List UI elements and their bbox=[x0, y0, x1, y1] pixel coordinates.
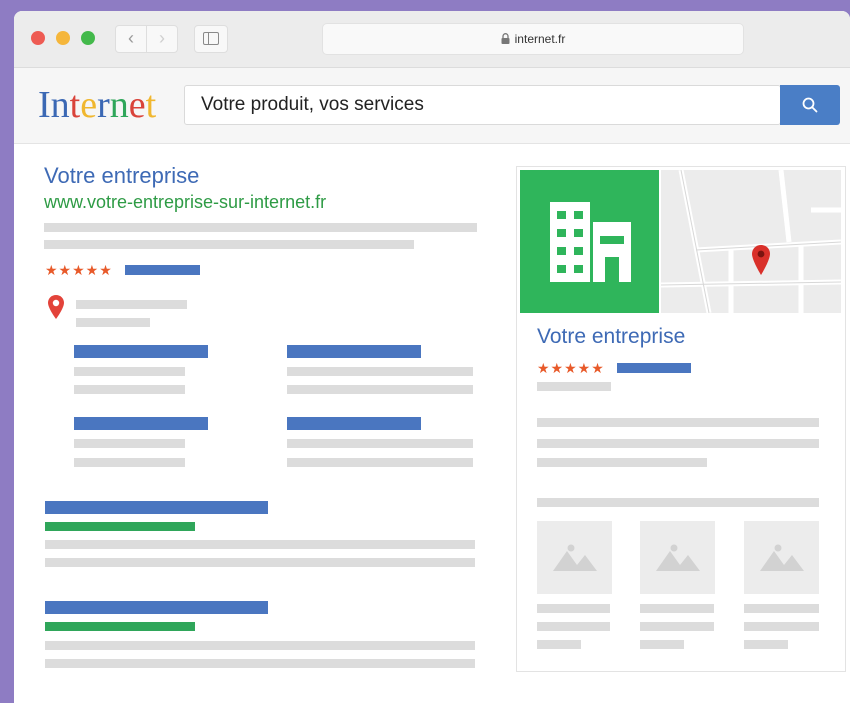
sitelink-desc-placeholder bbox=[74, 367, 185, 376]
address-line-placeholder bbox=[76, 318, 150, 327]
address-text: internet.fr bbox=[514, 32, 566, 46]
result-title-link[interactable]: Votre entreprise bbox=[44, 163, 199, 189]
result-title-placeholder[interactable] bbox=[45, 501, 268, 514]
result-url-placeholder[interactable] bbox=[45, 622, 195, 631]
sitelink-desc-placeholder bbox=[74, 458, 185, 467]
sitelink-desc-placeholder bbox=[287, 385, 473, 394]
sitelink-desc-placeholder bbox=[74, 385, 185, 394]
rating-stars: ★★★★★ bbox=[45, 262, 113, 278]
browser-window: ‹ › internet.fr Internet Votre produit, … bbox=[14, 11, 850, 703]
result-url-link[interactable]: www.votre-entreprise-sur-internet.fr bbox=[44, 192, 326, 213]
image-placeholder-icon bbox=[760, 544, 804, 571]
logo-letter: I bbox=[38, 84, 51, 126]
close-window-button[interactable] bbox=[31, 31, 45, 45]
result-url-placeholder[interactable] bbox=[45, 522, 195, 531]
text-line-placeholder bbox=[537, 418, 819, 427]
caption-placeholder bbox=[640, 640, 684, 649]
photo-thumbnail[interactable] bbox=[640, 521, 715, 594]
caption-placeholder bbox=[640, 604, 714, 613]
caption-placeholder bbox=[744, 640, 788, 649]
chevron-right-icon: › bbox=[159, 28, 165, 48]
caption-placeholder bbox=[537, 604, 610, 613]
caption-placeholder bbox=[744, 622, 819, 631]
logo-letter: e bbox=[128, 84, 146, 126]
maximize-window-button[interactable] bbox=[81, 31, 95, 45]
business-panel: Votre entreprise ★★★★★ bbox=[516, 166, 846, 672]
lock-icon bbox=[501, 33, 510, 44]
logo-letter: t bbox=[145, 84, 157, 126]
map-pin-icon bbox=[752, 245, 770, 275]
sitelink-desc-placeholder bbox=[287, 367, 473, 376]
logo-letter: e bbox=[80, 84, 98, 126]
logo-letter: t bbox=[69, 84, 81, 126]
text-line-placeholder bbox=[537, 382, 611, 391]
text-line-placeholder bbox=[44, 240, 414, 249]
map-pin-icon bbox=[48, 295, 64, 319]
text-line-placeholder bbox=[45, 558, 475, 567]
sitelink-desc-placeholder bbox=[74, 439, 185, 448]
search-input-value: Votre produit, vos services bbox=[201, 94, 424, 115]
chevron-left-icon: ‹ bbox=[128, 28, 134, 48]
forward-button[interactable]: › bbox=[146, 25, 178, 53]
caption-placeholder bbox=[537, 622, 610, 631]
sitelink-title[interactable] bbox=[287, 345, 421, 358]
section-line-placeholder bbox=[537, 498, 819, 507]
search-button[interactable] bbox=[780, 85, 840, 125]
text-line-placeholder bbox=[45, 641, 475, 650]
address-bar[interactable]: internet.fr bbox=[322, 23, 744, 55]
caption-placeholder bbox=[744, 604, 819, 613]
image-placeholder-icon bbox=[553, 544, 597, 571]
minimize-window-button[interactable] bbox=[56, 31, 70, 45]
photo-thumbnail[interactable] bbox=[744, 521, 819, 594]
caption-placeholder bbox=[537, 640, 581, 649]
search-icon bbox=[802, 97, 818, 113]
text-line-placeholder bbox=[45, 659, 475, 668]
site-logo[interactable]: Internet bbox=[38, 84, 156, 126]
image-placeholder-icon bbox=[656, 544, 700, 571]
panel-rating-stars: ★★★★★ bbox=[537, 360, 605, 376]
sitelink-title[interactable] bbox=[287, 417, 421, 430]
building-icon bbox=[550, 202, 631, 282]
panel-rating-count-placeholder bbox=[617, 363, 691, 373]
logo-letter: r bbox=[97, 84, 110, 126]
business-cover bbox=[520, 170, 659, 313]
text-line-placeholder bbox=[537, 458, 707, 467]
sidebar-toggle-button[interactable] bbox=[194, 25, 228, 53]
result-title-placeholder[interactable] bbox=[45, 601, 268, 614]
sidebar-icon bbox=[203, 32, 219, 45]
address-line-placeholder bbox=[76, 300, 187, 309]
sitelink-desc-placeholder bbox=[287, 439, 473, 448]
caption-placeholder bbox=[640, 622, 714, 631]
photo-thumbnail[interactable] bbox=[537, 521, 612, 594]
back-button[interactable]: ‹ bbox=[115, 25, 147, 53]
panel-title: Votre entreprise bbox=[537, 325, 686, 348]
text-line-placeholder bbox=[537, 439, 819, 448]
search-input[interactable]: Votre produit, vos services bbox=[184, 85, 781, 125]
search-header: Internet Votre produit, vos services bbox=[14, 68, 850, 144]
logo-letter: n bbox=[109, 84, 129, 126]
browser-toolbar: ‹ › internet.fr bbox=[14, 11, 850, 68]
sitelink-title[interactable] bbox=[74, 345, 208, 358]
rating-count-placeholder bbox=[125, 265, 200, 275]
text-line-placeholder bbox=[45, 540, 475, 549]
sitelink-desc-placeholder bbox=[287, 458, 473, 467]
logo-letter: n bbox=[50, 84, 70, 126]
business-map[interactable] bbox=[661, 170, 841, 313]
sitelink-title[interactable] bbox=[74, 417, 208, 430]
text-line-placeholder bbox=[44, 223, 477, 232]
